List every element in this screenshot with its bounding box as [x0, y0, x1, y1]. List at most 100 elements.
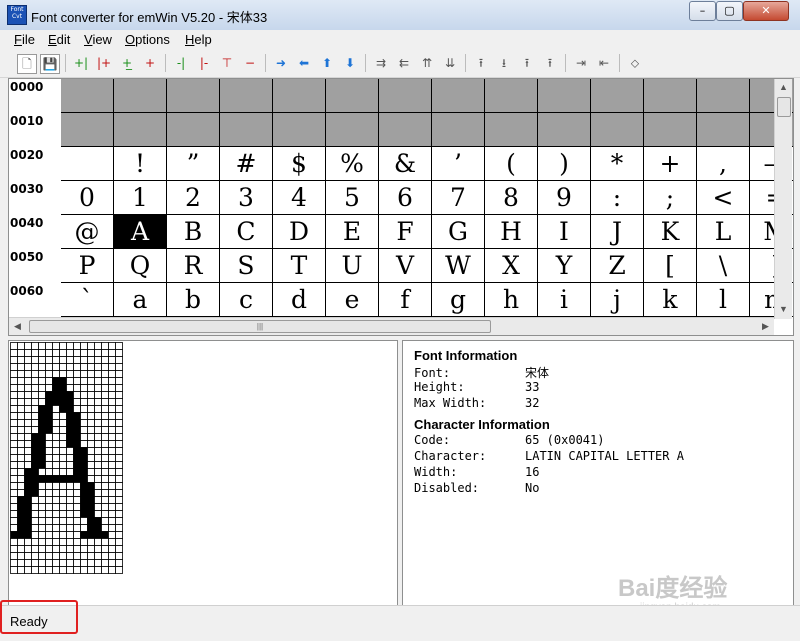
shift-up-icon[interactable]: ⇈ — [417, 53, 437, 73]
char-cell[interactable]: e — [326, 283, 379, 317]
char-cell[interactable] — [379, 113, 432, 147]
pixel-off[interactable] — [115, 370, 123, 378]
pixel-on[interactable] — [52, 391, 60, 399]
pixel-off[interactable] — [94, 370, 102, 378]
pixel-off[interactable] — [59, 566, 67, 574]
pixel-off[interactable] — [73, 566, 81, 574]
pixel-off[interactable] — [101, 433, 109, 441]
char-cell[interactable]: \ — [697, 249, 750, 283]
pixel-off[interactable] — [73, 531, 81, 539]
char-cell[interactable]: U — [326, 249, 379, 283]
pixel-off[interactable] — [52, 559, 60, 567]
pixel-on[interactable] — [87, 524, 95, 532]
pixel-off[interactable] — [108, 377, 116, 385]
pixel-on[interactable] — [38, 475, 46, 483]
pixel-off[interactable] — [80, 342, 88, 350]
char-cell[interactable]: F — [379, 215, 432, 249]
pixel-off[interactable] — [45, 531, 53, 539]
pixel-off[interactable] — [24, 342, 32, 350]
pixel-off[interactable] — [45, 496, 53, 504]
char-cell[interactable]: f — [379, 283, 432, 317]
delete-col-icon[interactable]: − — [240, 53, 260, 73]
pixel-off[interactable] — [17, 391, 25, 399]
pixel-off[interactable] — [94, 342, 102, 350]
horizontal-scrollbar[interactable]: ◀ ||| ▶ — [9, 317, 774, 335]
pixel-on[interactable] — [80, 496, 88, 504]
pixel-off[interactable] — [45, 489, 53, 497]
pixel-off[interactable] — [115, 419, 123, 427]
pixel-off[interactable] — [10, 419, 18, 427]
pixel-off[interactable] — [115, 517, 123, 525]
pixel-off[interactable] — [45, 370, 53, 378]
pixel-off[interactable] — [115, 349, 123, 357]
pixel-off[interactable] — [94, 454, 102, 462]
pixel-off[interactable] — [17, 405, 25, 413]
pixel-on[interactable] — [87, 489, 95, 497]
pixel-off[interactable] — [17, 559, 25, 567]
pixel-off[interactable] — [66, 496, 74, 504]
pixel-off[interactable] — [94, 552, 102, 560]
pixel-off[interactable] — [24, 356, 32, 364]
insert-col-icon[interactable]: ⊤ — [217, 53, 237, 73]
pixel-off[interactable] — [108, 510, 116, 518]
pixel-off[interactable] — [52, 482, 60, 490]
pixel-on[interactable] — [38, 461, 46, 469]
pixel-off[interactable] — [52, 503, 60, 511]
pixel-off[interactable] — [66, 342, 74, 350]
pixel-off[interactable] — [115, 426, 123, 434]
pixel-off[interactable] — [80, 384, 88, 392]
pixel-off[interactable] — [24, 454, 32, 462]
pixel-off[interactable] — [38, 370, 46, 378]
enable-range-icon[interactable]: +̲ — [117, 53, 137, 73]
pixel-off[interactable] — [31, 524, 39, 532]
pixel-off[interactable] — [101, 454, 109, 462]
pixel-on[interactable] — [66, 426, 74, 434]
pixel-off[interactable] — [115, 566, 123, 574]
glyph-editor[interactable] — [8, 340, 398, 606]
pixel-off[interactable] — [87, 391, 95, 399]
char-cell[interactable]: Q — [114, 249, 167, 283]
char-cell[interactable] — [167, 79, 220, 113]
move-down-icon[interactable]: ⬇ — [340, 53, 360, 73]
pixel-off[interactable] — [24, 349, 32, 357]
char-cell[interactable]: A — [114, 215, 167, 249]
pixel-off[interactable] — [73, 384, 81, 392]
pixel-off[interactable] — [108, 440, 116, 448]
pixel-off[interactable] — [59, 496, 67, 504]
pixel-on[interactable] — [45, 475, 53, 483]
pixel-on[interactable] — [17, 503, 25, 511]
pixel-off[interactable] — [31, 426, 39, 434]
pixel-off[interactable] — [45, 524, 53, 532]
new-file-icon[interactable]: 🗋 — [17, 54, 37, 74]
pixel-off[interactable] — [66, 552, 74, 560]
pixel-off[interactable] — [17, 545, 25, 553]
pixel-off[interactable] — [115, 391, 123, 399]
pixel-off[interactable] — [59, 363, 67, 371]
pixel-off[interactable] — [66, 461, 74, 469]
pixel-on[interactable] — [38, 440, 46, 448]
pixel-on[interactable] — [87, 517, 95, 525]
pixel-on[interactable] — [45, 398, 53, 406]
pixel-off[interactable] — [17, 398, 25, 406]
pixel-off[interactable] — [52, 426, 60, 434]
pixel-off[interactable] — [17, 447, 25, 455]
pixel-off[interactable] — [108, 468, 116, 476]
pixel-on[interactable] — [66, 433, 74, 441]
pixel-off[interactable] — [45, 447, 53, 455]
pixel-off[interactable] — [31, 398, 39, 406]
pixel-off[interactable] — [24, 363, 32, 371]
trim-left-icon[interactable]: ⇤ — [594, 53, 614, 73]
pixel-off[interactable] — [87, 461, 95, 469]
pixel-on[interactable] — [87, 496, 95, 504]
pixel-off[interactable] — [73, 377, 81, 385]
pixel-off[interactable] — [17, 377, 25, 385]
pixel-off[interactable] — [66, 482, 74, 490]
pixel-on[interactable] — [66, 440, 74, 448]
pixel-off[interactable] — [10, 426, 18, 434]
pixel-off[interactable] — [66, 349, 74, 357]
pixel-off[interactable] — [24, 405, 32, 413]
save-icon[interactable]: 💾 — [40, 54, 60, 74]
pixel-on[interactable] — [66, 412, 74, 420]
pixel-off[interactable] — [73, 510, 81, 518]
pixel-off[interactable] — [59, 426, 67, 434]
